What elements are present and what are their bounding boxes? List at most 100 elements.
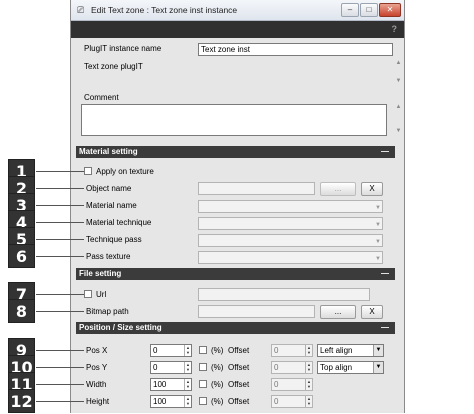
technique-pass-label: Technique pass (86, 235, 142, 244)
minimize-button[interactable]: – (341, 3, 359, 17)
bitmap-path-label: Bitmap path (86, 307, 129, 316)
offset-label: Offset (228, 397, 250, 406)
bitmap-clear-button[interactable]: X (361, 305, 383, 319)
callout-badge: 8 (8, 299, 35, 323)
callout-connector (36, 294, 84, 295)
comment-textarea[interactable] (81, 104, 387, 136)
callout-connector (36, 256, 84, 257)
maximize-button[interactable]: □ (360, 3, 378, 17)
apply-texture-label: Apply on texture (96, 167, 154, 176)
material-section-title: Material setting (79, 147, 138, 156)
technique-pass-combo[interactable]: ▼ (198, 234, 383, 247)
height-percent-checkbox[interactable] (199, 397, 207, 405)
pos-x-percent-checkbox[interactable] (199, 346, 207, 354)
close-button[interactable]: ✕ (379, 3, 401, 17)
callout-connector (36, 205, 84, 206)
scroll-up-icon[interactable]: ▲ (394, 60, 403, 66)
percent-label: (%) (211, 397, 224, 406)
url-input[interactable] (198, 288, 370, 301)
object-name-label: Object name (86, 184, 132, 193)
object-name-input[interactable] (198, 182, 315, 195)
spin-arrows-icon[interactable]: ▲ ▼ (184, 345, 191, 356)
width-offset-value: 0 (274, 380, 279, 389)
pass-texture-combo[interactable]: ▼ (198, 251, 383, 264)
collapse-icon[interactable]: — (381, 146, 389, 158)
pos-x-stepper[interactable]: 0 ▲ ▼ (150, 344, 192, 357)
callout-connector (36, 171, 84, 172)
position-section-header[interactable]: Position / Size setting — (76, 322, 395, 334)
offset-label: Offset (228, 380, 250, 389)
apply-texture-checkbox[interactable] (84, 167, 92, 175)
spin-arrows-icon[interactable]: ▲ ▼ (305, 362, 312, 373)
object-clear-button[interactable]: X (361, 182, 383, 196)
comment-scroll-down-icon[interactable]: ▼ (394, 128, 403, 134)
callout-connector (36, 401, 84, 402)
chevron-down-icon: ▼ (375, 222, 381, 228)
url-label: Url (96, 290, 107, 299)
height-label: Height (86, 397, 110, 406)
material-technique-combo[interactable]: ▼ (198, 217, 383, 230)
help-icon[interactable]: ? (392, 24, 398, 34)
width-percent-checkbox[interactable] (199, 380, 207, 388)
chevron-down-icon: ▼ (375, 256, 381, 262)
pass-texture-label: Pass texture (86, 252, 131, 261)
window-icon: ⎚ (77, 5, 85, 15)
vertical-align-select[interactable]: Top align ▼ (317, 361, 384, 374)
pos-y-value: 0 (153, 363, 158, 372)
width-offset-stepper[interactable]: 0 ▲ ▼ (271, 378, 313, 391)
callout-connector (36, 239, 84, 240)
spin-arrows-icon[interactable]: ▲ ▼ (184, 379, 191, 390)
collapse-icon[interactable]: — (381, 322, 389, 334)
material-name-label: Material name (86, 201, 137, 210)
url-checkbox[interactable] (84, 290, 92, 298)
height-offset-stepper[interactable]: 0 ▲ ▼ (271, 395, 313, 408)
help-bar: ? (71, 21, 404, 38)
chevron-down-icon: ▼ (375, 239, 381, 245)
callout-connector (36, 188, 84, 189)
offset-label: Offset (228, 363, 250, 372)
scroll-down-icon[interactable]: ▼ (394, 78, 403, 84)
height-value: 100 (153, 397, 167, 406)
chevron-down-icon[interactable]: ▼ (373, 362, 383, 373)
material-name-combo[interactable]: ▼ (198, 200, 383, 213)
spin-arrows-icon[interactable]: ▲ ▼ (305, 379, 312, 390)
comment-scroll-up-icon[interactable]: ▲ (394, 104, 403, 110)
percent-label: (%) (211, 380, 224, 389)
spin-arrows-icon[interactable]: ▲ ▼ (305, 396, 312, 407)
pos-x-label: Pos X (86, 346, 108, 355)
vertical-align-value: Top align (320, 363, 353, 372)
pos-y-stepper[interactable]: 0 ▲ ▼ (150, 361, 192, 374)
percent-label: (%) (211, 363, 224, 372)
bitmap-browse-button[interactable]: ... (320, 305, 356, 319)
instance-name-label: PlugIT instance name (84, 44, 162, 53)
pos-y-label: Pos Y (86, 363, 108, 372)
horizontal-align-value: Left align (320, 346, 353, 355)
window-title: Edit Text zone : Text zone inst instance (91, 5, 238, 15)
bitmap-path-input[interactable] (198, 305, 315, 318)
pos-y-offset-value: 0 (274, 363, 279, 372)
dialog-window: ⎚ Edit Text zone : Text zone inst instan… (70, 0, 405, 413)
pos-x-offset-value: 0 (274, 346, 279, 355)
pos-y-offset-stepper[interactable]: 0 ▲ ▼ (271, 361, 313, 374)
collapse-icon[interactable]: — (381, 268, 389, 280)
chevron-down-icon[interactable]: ▼ (373, 345, 383, 356)
material-technique-label: Material technique (86, 218, 152, 227)
spin-arrows-icon[interactable]: ▲ ▼ (184, 362, 191, 373)
horizontal-align-select[interactable]: Left align ▼ (317, 344, 384, 357)
object-browse-button[interactable]: ... (320, 182, 356, 196)
comment-label: Comment (84, 93, 119, 102)
instance-name-input[interactable]: Text zone inst (198, 43, 393, 56)
height-stepper[interactable]: 100 ▲ ▼ (150, 395, 192, 408)
spin-arrows-icon[interactable]: ▲ ▼ (305, 345, 312, 356)
pos-x-offset-stepper[interactable]: 0 ▲ ▼ (271, 344, 313, 357)
title-bar[interactable]: ⎚ Edit Text zone : Text zone inst instan… (71, 0, 404, 21)
callout-connector (36, 222, 84, 223)
callout-connector (36, 367, 84, 368)
spin-arrows-icon[interactable]: ▲ ▼ (184, 396, 191, 407)
file-section-title: File setting (79, 269, 122, 278)
position-section-title: Position / Size setting (79, 323, 162, 332)
width-stepper[interactable]: 100 ▲ ▼ (150, 378, 192, 391)
material-section-header[interactable]: Material setting — (76, 146, 395, 158)
pos-y-percent-checkbox[interactable] (199, 363, 207, 371)
file-section-header[interactable]: File setting — (76, 268, 395, 280)
